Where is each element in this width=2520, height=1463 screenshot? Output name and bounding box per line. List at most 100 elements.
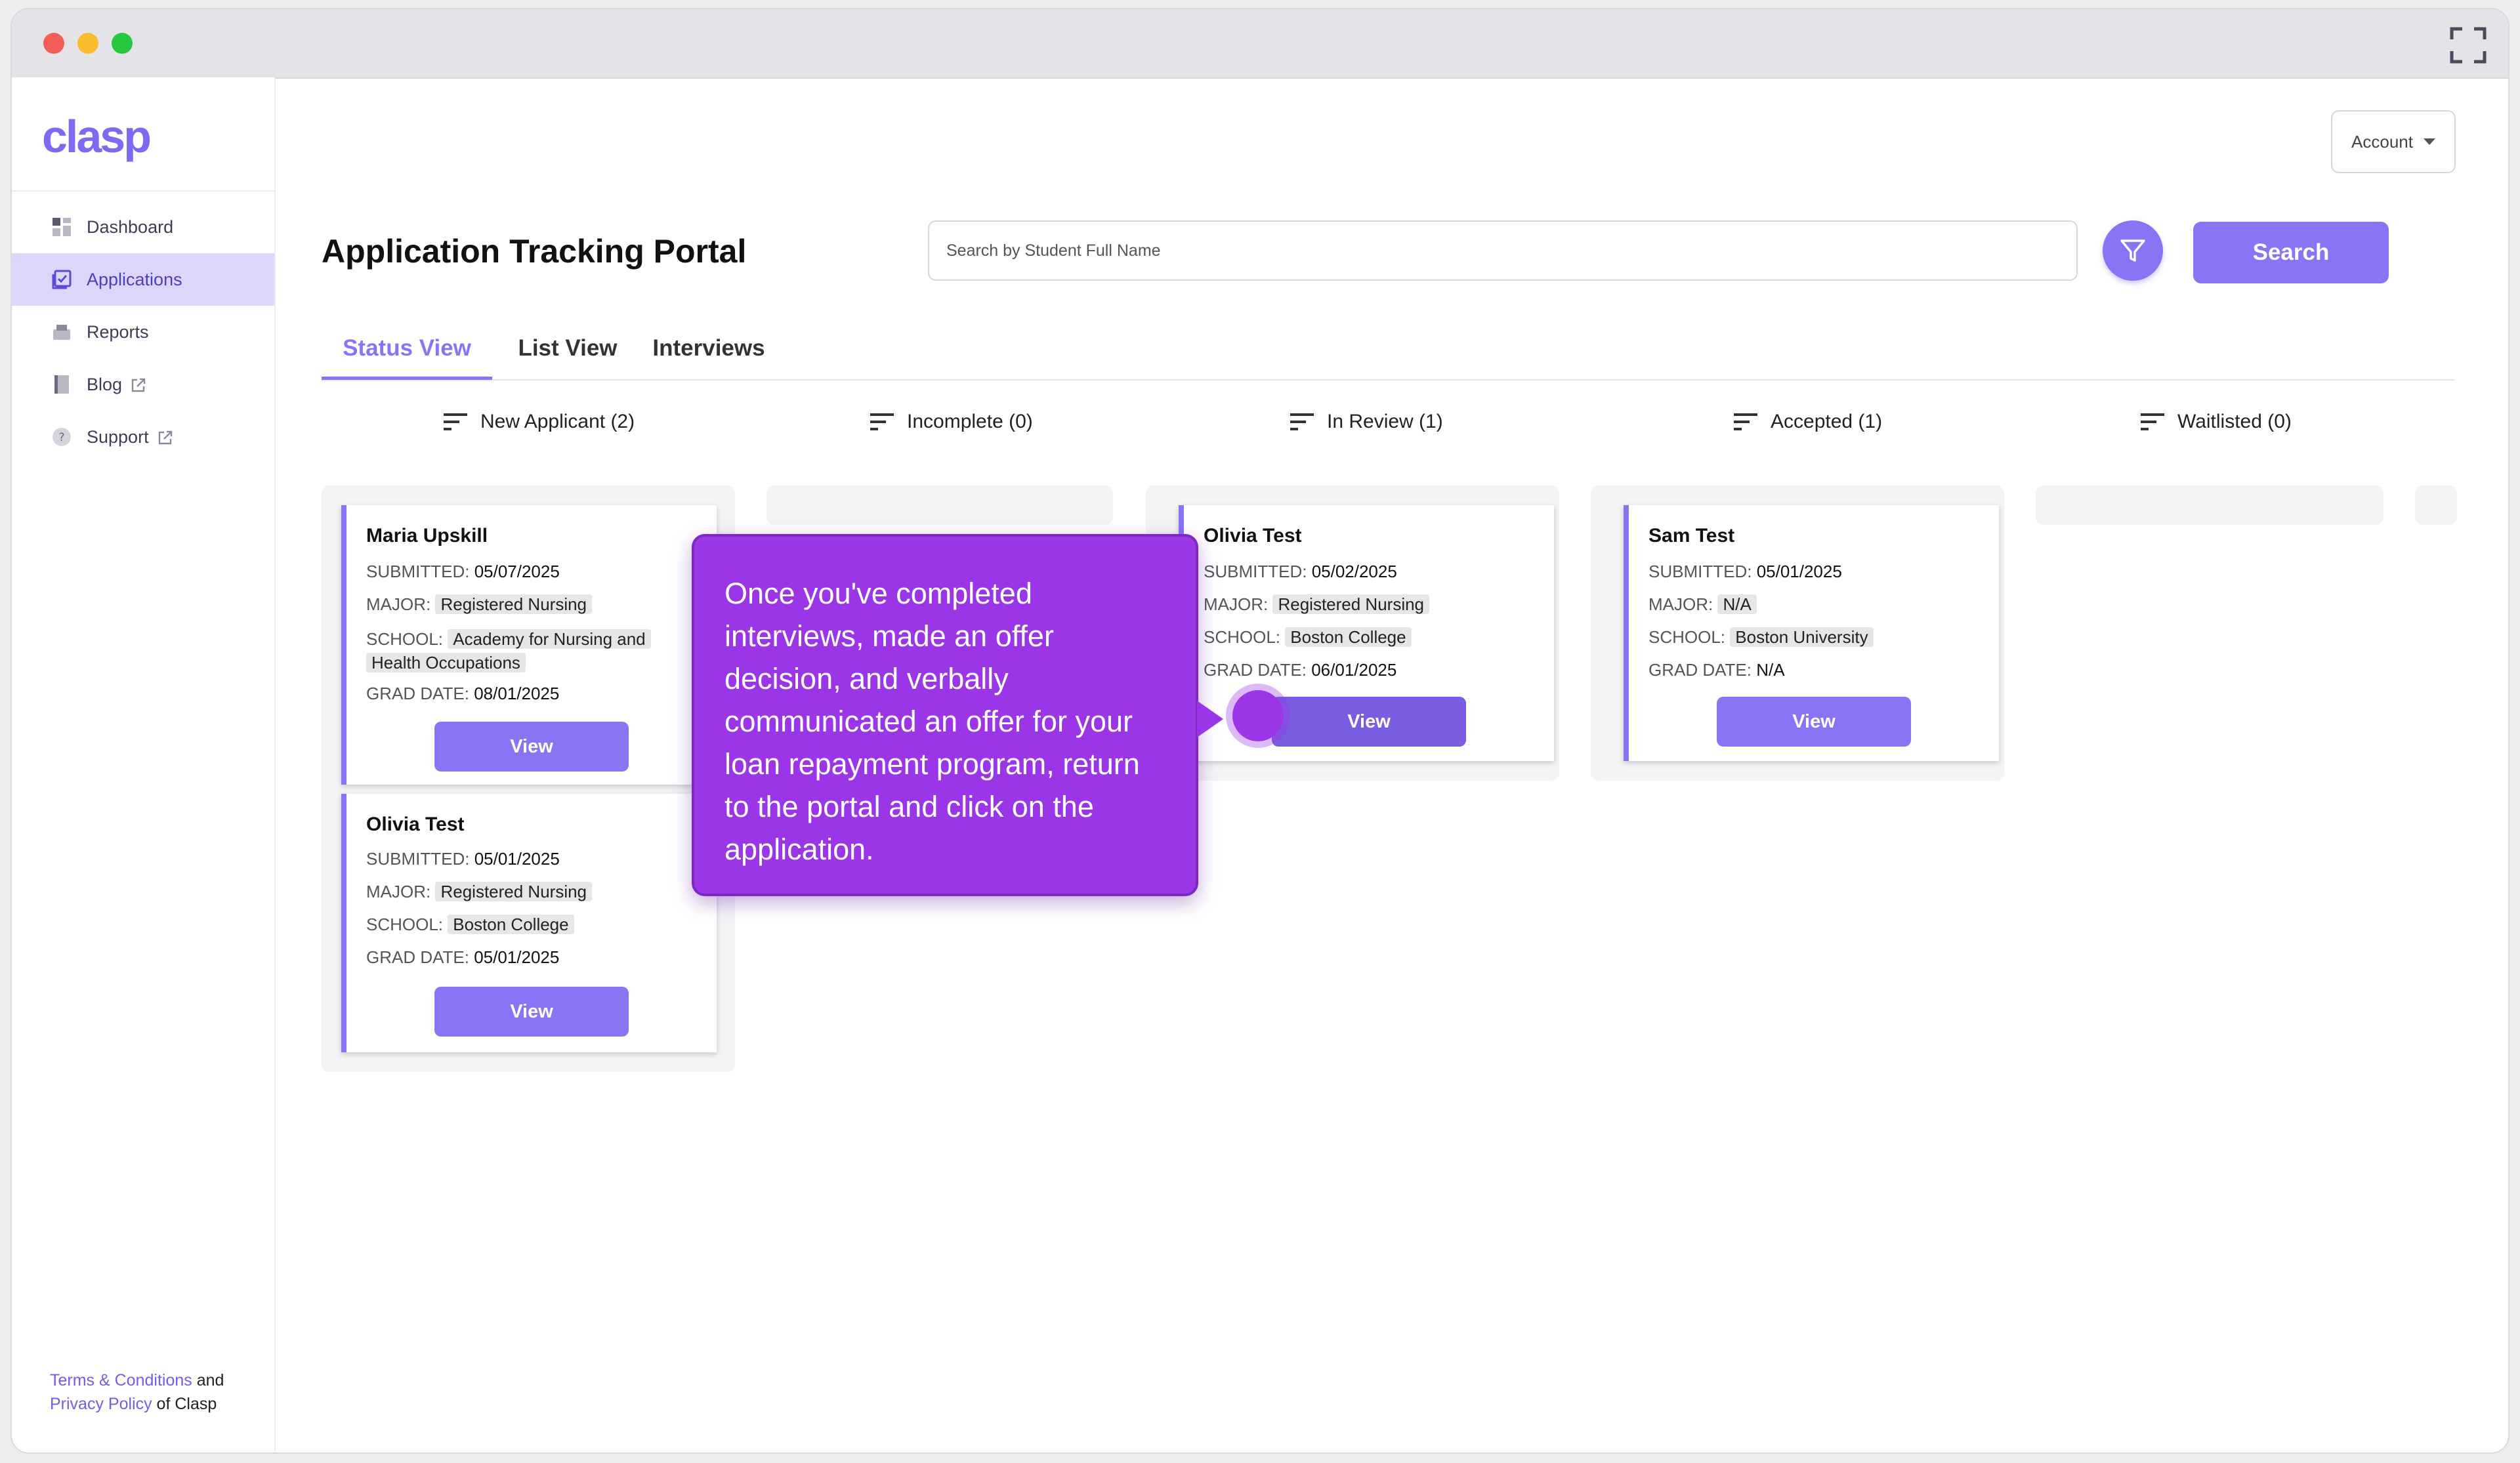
sidebar-item-applications[interactable]: Applications	[12, 253, 274, 306]
submitted-value: 05/02/2025	[1311, 562, 1397, 581]
tooltip-text: Once you've completed interviews, made a…	[724, 577, 1140, 866]
school-value: Boston College	[448, 915, 574, 934]
svg-text:?: ?	[58, 431, 64, 444]
application-card[interactable]: Maria Upskill SUBMITTED: 05/07/2025 MAJO…	[341, 505, 717, 785]
school-field: SCHOOL: Boston University	[1648, 627, 1874, 648]
sidebar-item-label: Dashboard	[87, 216, 174, 237]
submitted-field: SUBMITTED: 05/07/2025	[366, 562, 560, 582]
sort-icon	[444, 413, 467, 430]
field-label: MAJOR:	[1204, 594, 1269, 614]
account-dropdown[interactable]: Account	[2331, 110, 2456, 173]
support-icon: ?	[52, 428, 71, 446]
external-link-icon	[158, 431, 172, 445]
column-incomplete	[766, 485, 1113, 525]
sidebar-item-support[interactable]: ? Support	[12, 411, 274, 463]
close-window-button[interactable]	[43, 33, 64, 54]
column-header-accepted[interactable]: Accepted (1)	[1732, 411, 1882, 433]
tab-list-view[interactable]: List View	[512, 320, 623, 377]
grad-date-field: GRAD DATE: 06/01/2025	[1204, 660, 1396, 680]
major-value: N/A	[1717, 594, 1757, 614]
sidebar-item-label: Support	[87, 426, 149, 447]
school-field: SCHOOL: Academy for Nursing and Health Oc…	[366, 627, 651, 674]
grad-date-field: GRAD DATE: N/A	[1648, 660, 1785, 680]
view-button[interactable]: View	[434, 722, 629, 772]
sort-icon	[870, 413, 894, 430]
field-label: MAJOR:	[366, 882, 431, 901]
grad-date-value: 06/01/2025	[1311, 660, 1397, 680]
title-bar	[12, 9, 2508, 79]
column-header-waitlisted[interactable]: Waitlisted (0)	[2139, 411, 2292, 433]
field-label: SCHOOL:	[366, 629, 444, 649]
grad-date-value: 08/01/2025	[474, 684, 560, 703]
search-button[interactable]: Search	[2193, 222, 2389, 283]
filter-icon	[2120, 239, 2145, 262]
submitted-value: 05/01/2025	[474, 849, 560, 869]
view-tabs: Status View List View Interviews	[322, 320, 2454, 381]
applicant-name: Maria Upskill	[366, 525, 488, 546]
tab-interviews[interactable]: Interviews	[643, 320, 774, 377]
blog-icon	[54, 375, 69, 394]
application-card[interactable]: Sam Test SUBMITTED: 05/01/2025 MAJOR: N/…	[1624, 505, 1999, 761]
app-window: clasp Dashboard Applications Reports Blo…	[12, 9, 2508, 1453]
applicant-name: Olivia Test	[1204, 525, 1302, 546]
search-input[interactable]: Search by Student Full Name	[928, 220, 2078, 281]
column-title: In Review (1)	[1327, 411, 1443, 432]
clasp-logo[interactable]: clasp	[42, 110, 152, 163]
column-title: Incomplete (0)	[907, 411, 1033, 432]
field-label: SCHOOL:	[366, 915, 444, 934]
minimize-window-button[interactable]	[77, 33, 98, 54]
sidebar-item-label-wrap: Support	[87, 427, 174, 447]
column-title: Accepted (1)	[1771, 411, 1883, 432]
column-header-incomplete[interactable]: Incomplete (0)	[869, 411, 1033, 433]
school-field: SCHOOL: Boston College	[366, 915, 574, 935]
grad-date-field: GRAD DATE: 05/01/2025	[366, 947, 559, 968]
sidebar-item-blog[interactable]: Blog	[12, 358, 274, 411]
zoom-window-button[interactable]	[112, 33, 133, 54]
school-value: Boston College	[1285, 627, 1412, 647]
school-value: Boston University	[1730, 627, 1874, 647]
grad-date-value: 05/01/2025	[474, 947, 560, 967]
submitted-field: SUBMITTED: 05/02/2025	[1204, 562, 1397, 582]
page-title: Application Tracking Portal	[322, 233, 747, 270]
footer-suffix-text: of Clasp	[156, 1395, 217, 1413]
major-value: Registered Nursing	[1272, 594, 1430, 614]
major-field: MAJOR: N/A	[1648, 594, 1757, 615]
grad-date-value: N/A	[1756, 660, 1785, 680]
field-label: GRAD DATE:	[1648, 660, 1752, 680]
terms-link[interactable]: Terms & Conditions	[50, 1371, 192, 1390]
privacy-link[interactable]: Privacy Policy	[50, 1395, 152, 1413]
sort-icon	[2141, 413, 2164, 430]
field-label: SCHOOL:	[1648, 627, 1726, 647]
chevron-down-icon	[2423, 138, 2435, 145]
sidebar: clasp Dashboard Applications Reports Blo…	[12, 77, 276, 1453]
tab-status-view[interactable]: Status View	[322, 320, 492, 380]
view-button[interactable]: View	[434, 987, 629, 1037]
sidebar-footer: Terms & Conditions and Privacy Policy of…	[50, 1369, 224, 1416]
column-waitlisted	[2036, 485, 2384, 525]
field-label: GRAD DATE:	[366, 947, 469, 967]
click-hotspot-indicator[interactable]	[1232, 690, 1284, 741]
sort-icon	[1734, 413, 1757, 430]
submitted-value: 05/07/2025	[474, 562, 560, 581]
field-label: GRAD DATE:	[366, 684, 469, 703]
view-button[interactable]: View	[1717, 697, 1911, 747]
field-label: GRAD DATE:	[1204, 660, 1307, 680]
sidebar-item-reports[interactable]: Reports	[12, 306, 274, 358]
field-label: SUBMITTED:	[366, 562, 470, 581]
filter-button[interactable]	[2103, 220, 2163, 281]
applications-icon	[52, 270, 72, 289]
applicant-name: Olivia Test	[366, 814, 465, 835]
major-value: Registered Nursing	[435, 882, 593, 901]
sidebar-item-dashboard[interactable]: Dashboard	[12, 201, 274, 253]
application-card[interactable]: Olivia Test SUBMITTED: 05/01/2025 MAJOR:…	[341, 794, 717, 1052]
column-header-in-review[interactable]: In Review (1)	[1289, 411, 1443, 433]
column-header-new-applicant[interactable]: New Applicant (2)	[442, 411, 635, 433]
field-label: SCHOOL:	[1204, 627, 1281, 647]
sidebar-item-label: Reports	[87, 321, 149, 342]
grad-date-field: GRAD DATE: 08/01/2025	[366, 684, 559, 704]
main-content: Account Application Tracking Portal Sear…	[276, 77, 2508, 1453]
footer-and-text: and	[196, 1371, 224, 1390]
view-button[interactable]: View	[1272, 697, 1466, 747]
field-label: SUBMITTED:	[366, 849, 470, 869]
fullscreen-icon[interactable]	[2449, 26, 2487, 64]
